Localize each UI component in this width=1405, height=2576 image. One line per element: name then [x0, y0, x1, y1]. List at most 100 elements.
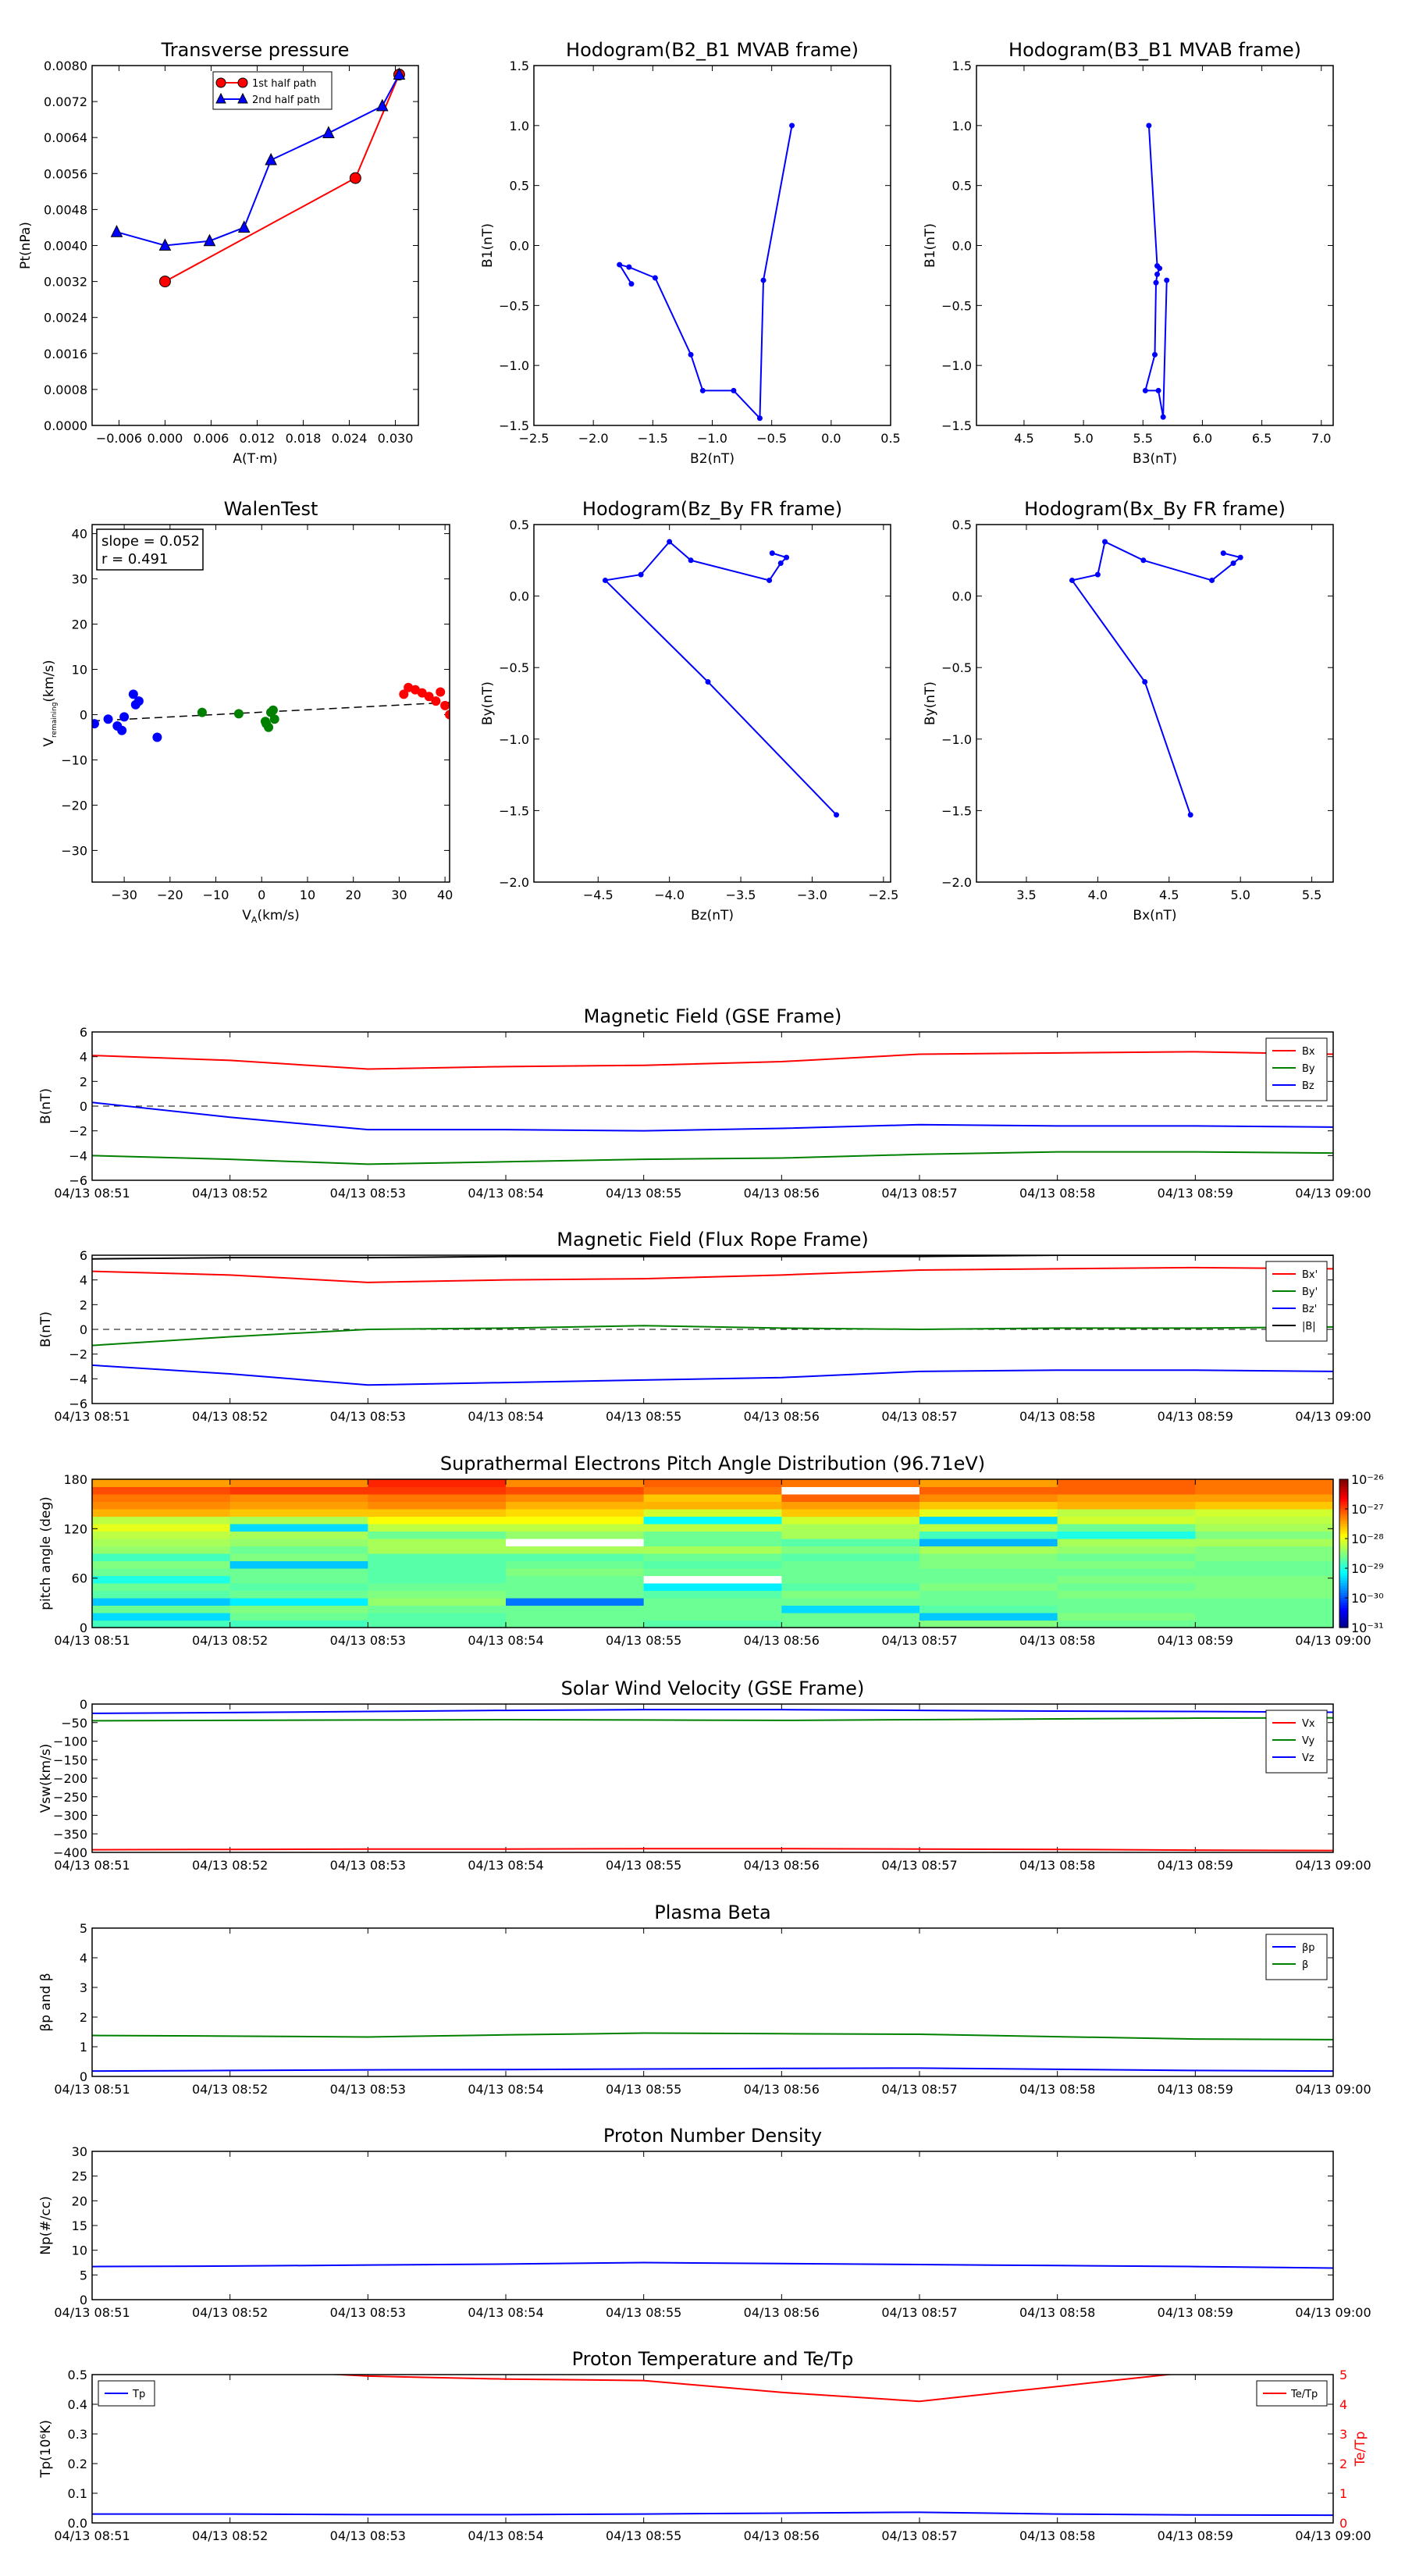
y-tick-label: 2: [80, 1074, 87, 1089]
x-tick-label: 04/13 08:56: [744, 1633, 820, 1648]
heatmap-cell: [92, 1524, 231, 1532]
y-tick-label: −100: [53, 1735, 87, 1749]
chart-title: Hodogram(B3_B1 MVAB frame): [1008, 39, 1301, 61]
unit: (km/s): [257, 908, 299, 923]
y-tick-label: 5: [80, 2268, 87, 2282]
y-tick-label: 30: [72, 2144, 87, 2159]
heatmap-cell: [1195, 1531, 1334, 1539]
y-tick-label: −30: [61, 843, 87, 858]
heatmap-cell: [1195, 1605, 1334, 1614]
y-tick-label: 1.0: [952, 119, 972, 133]
data-point: [119, 712, 130, 722]
data-point: [1152, 351, 1158, 358]
x-tick-label: 04/13 08:53: [330, 1186, 406, 1201]
y-tick-label: 1.0: [510, 119, 529, 133]
data-point: [1237, 554, 1243, 560]
heatmap-cell: [229, 1598, 368, 1606]
plot-area: [1142, 123, 1170, 420]
x-tick-label: −0.006: [96, 431, 142, 446]
data-point: [1146, 123, 1152, 129]
data-point: [789, 123, 795, 129]
heatmap-cell: [229, 1605, 368, 1614]
data-point: [760, 277, 767, 283]
y-axis-label: By(nT): [480, 681, 496, 725]
y-axis-label: Np(#/cc): [38, 2196, 54, 2254]
heatmap-cell: [92, 1479, 231, 1487]
x-tick-label: 04/13 08:53: [330, 2528, 406, 2543]
data-point: [652, 275, 658, 281]
heatmap-cell: [781, 1531, 920, 1539]
heatmap-cell: [368, 1501, 507, 1510]
heatmap-cell: [919, 1605, 1058, 1614]
plot-area: [1069, 539, 1243, 818]
y-tick-label: 5: [80, 1921, 87, 1936]
plot-frame: [533, 524, 891, 883]
x-tick-label: 04/13 08:53: [330, 2082, 406, 2097]
y-axis-label: Pt(nPa): [18, 222, 34, 269]
heatmap-cell: [92, 1620, 231, 1628]
data-point: [1142, 387, 1148, 393]
y-right-tick-label: 3: [1339, 2427, 1347, 2442]
x-tick-label: 0.030: [378, 431, 414, 446]
data-point: [197, 707, 207, 717]
data-point: [322, 126, 335, 138]
x-tick-label: 04/13 08:54: [468, 1858, 543, 1873]
chart-title: Suprathermal Electrons Pitch Angle Distr…: [440, 1453, 985, 1475]
x-tick-label: −3.5: [726, 888, 756, 902]
x-tick-label: 04/13 08:55: [606, 1858, 681, 1873]
x-tick-label: 5.0: [1230, 888, 1250, 902]
y-tick-label: −1.5: [499, 803, 529, 818]
y-tick-label: 0: [80, 1697, 87, 1712]
x-tick-label: −0.5: [756, 431, 787, 446]
legend-label: Bx': [1302, 1269, 1318, 1281]
legend-label: By': [1302, 1286, 1318, 1298]
y-axis-label: B(nT): [38, 1088, 54, 1124]
heatmap-cell: [506, 1501, 645, 1510]
heatmap-cell: [506, 1613, 645, 1621]
heatmap-cell: [229, 1524, 368, 1532]
x-tick-label: 04/13 08:54: [468, 2528, 543, 2543]
heatmap-cell: [368, 1486, 507, 1495]
plot-frame: [976, 65, 1334, 426]
data-point: [1230, 560, 1236, 566]
heatmap-cell: [919, 1494, 1058, 1502]
data-point: [617, 262, 623, 268]
series-line-By: [92, 1151, 1333, 1165]
heatmap-cell: [1195, 1524, 1334, 1532]
colorbar-tick-label: 10⁻²⁹: [1351, 1561, 1384, 1576]
heatmap-cell: [229, 1620, 368, 1628]
y-tick-label: 6: [80, 1025, 87, 1040]
heatmap-cell: [368, 1590, 507, 1599]
data-point: [667, 539, 673, 545]
y-tick-label: 0.0064: [44, 130, 87, 145]
x-tick-label: 04/13 08:55: [606, 1633, 681, 1648]
y-tick-label: 2: [80, 1297, 87, 1312]
annotation-r: r = 0.491: [101, 551, 168, 568]
y-tick-label: 0: [80, 2293, 87, 2307]
heatmap-cell: [919, 1575, 1058, 1584]
y-tick-label: 1.5: [952, 59, 972, 73]
x-tick-label: 0.018: [286, 431, 322, 446]
x-tick-label: 04/13 08:56: [744, 2528, 820, 2543]
heatmap-cell: [368, 1509, 507, 1517]
y-tick-label: −4: [69, 1148, 87, 1163]
x-tick-label: 6.5: [1252, 431, 1272, 446]
y-tick-label: 3: [80, 1980, 87, 1995]
plot-frame: [91, 65, 419, 426]
x-tick-label: 0.012: [240, 431, 276, 446]
legend-label: Tp: [132, 2389, 145, 2400]
x-tick-label: 04/13 08:57: [881, 2305, 957, 2320]
heatmap-cell: [92, 1494, 231, 1502]
legend-label: Bz': [1302, 1304, 1317, 1315]
y-axis-label: Tp(10⁶K): [38, 2420, 54, 2478]
y-tick-label: 0.0048: [44, 202, 87, 217]
y-tick-label: −0.5: [499, 298, 529, 313]
heatmap-cell: [92, 1516, 231, 1525]
y-tick-label: −400: [53, 1845, 87, 1860]
heatmap-cell: [1195, 1501, 1334, 1510]
heatmap-cell: [1057, 1479, 1196, 1487]
plot-area: [92, 2375, 1333, 2517]
y-tick-label: 0.0032: [44, 275, 87, 290]
y-tick-label: −2: [69, 1347, 87, 1362]
chart-title: Hodogram(B2_B1 MVAB frame): [566, 39, 859, 61]
